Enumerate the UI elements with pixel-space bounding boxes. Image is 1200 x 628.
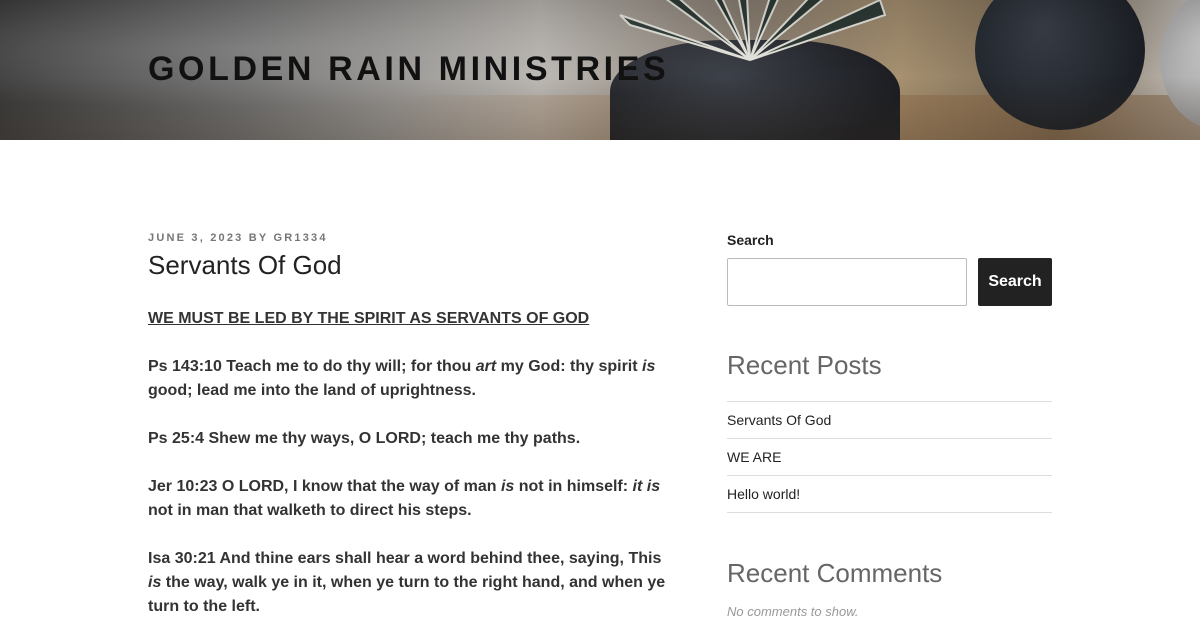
verse-ps-25-4: Ps 25:4 Shew me thy ways, O LORD; teach …	[148, 430, 581, 447]
verse-jer-10-23: Jer 10:23 O LORD, I know that the way of…	[148, 478, 661, 519]
recent-post-link[interactable]: WE ARE	[727, 439, 1052, 476]
search-button[interactable]: Search	[978, 258, 1052, 306]
recent-posts-title: Recent Posts	[727, 350, 882, 380]
site-header: GOLDEN RAIN MINISTRIES	[0, 0, 1200, 140]
recent-comments-title: Recent Comments	[727, 558, 943, 588]
site-title-link[interactable]: GOLDEN RAIN MINISTRIES	[148, 50, 669, 89]
recent-post-link[interactable]: Servants Of God	[727, 402, 1052, 439]
recent-post-link[interactable]: Hello world!	[727, 476, 1052, 513]
verse-ps-143-10: Ps 143:10 Teach me to do thy will; for t…	[148, 358, 656, 399]
search-input[interactable]	[727, 258, 967, 306]
recent-posts-list: Servants Of God WE ARE Hello world!	[727, 401, 1052, 513]
post-meta: JUNE 3, 2023 BY GR1334	[148, 232, 328, 244]
verse-isa-30-21: Isa 30:21 And thine ears shall hear a wo…	[148, 550, 666, 615]
post-body: WE MUST BE LED BY THE SPIRIT AS SERVANTS…	[148, 307, 678, 628]
post-title: Servants Of God	[148, 250, 342, 280]
no-comments-text: No comments to show.	[727, 604, 859, 619]
sidebar: Search Search Recent Posts Servants Of G…	[727, 232, 1052, 619]
search-label: Search	[727, 232, 774, 248]
search-form: Search	[727, 258, 1052, 306]
post-heading: WE MUST BE LED BY THE SPIRIT AS SERVANTS…	[148, 310, 590, 327]
